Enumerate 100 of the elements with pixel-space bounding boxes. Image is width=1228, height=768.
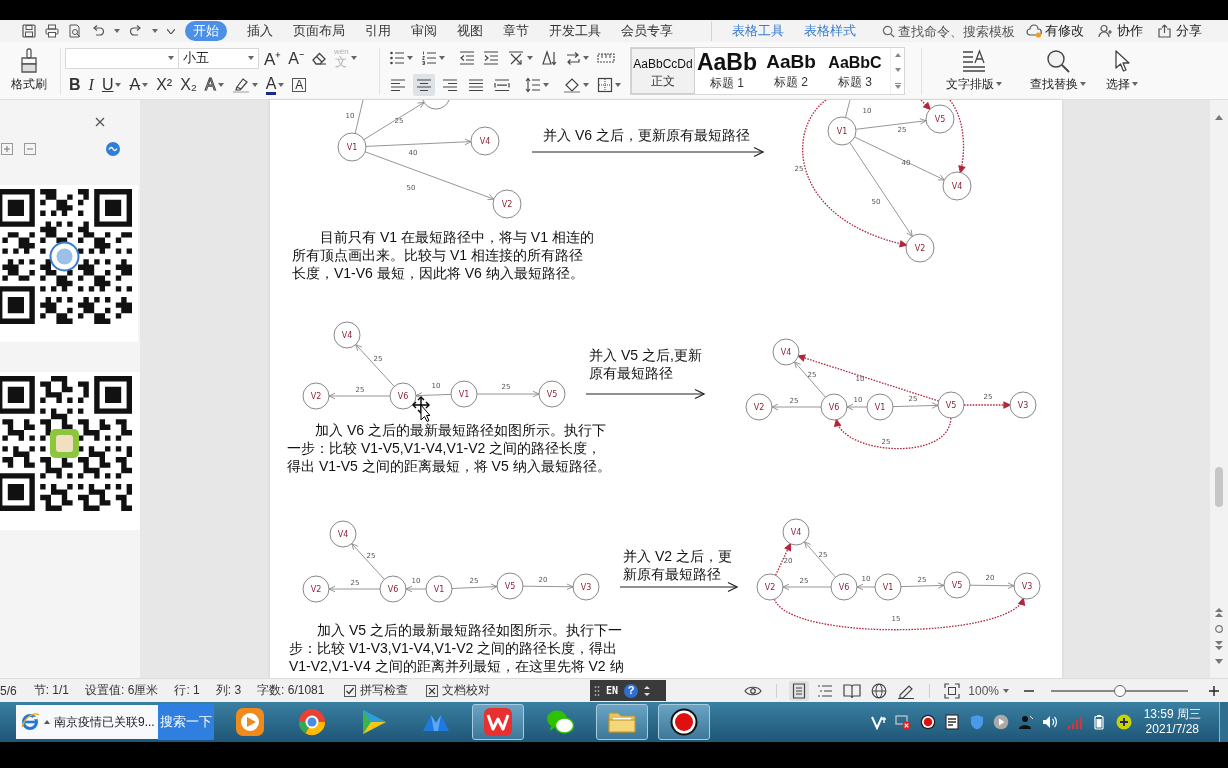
graph-node: V1: [425, 575, 453, 603]
paragraph: 加入 V6 之后的最新最短路径如图所示。执行下一步：比较 V1-V5,V1-V4,V1-V2 之间的路径长度，得出 V1-V5 之间的距离最短，将 V5 纳入最短路径。: [287, 421, 612, 475]
share-button[interactable]: 分享: [1157, 22, 1202, 40]
printer-icon[interactable]: [45, 24, 59, 38]
save-icon[interactable]: [22, 24, 36, 38]
circle-icon[interactable]: [1215, 625, 1223, 633]
collapse-icon[interactable]: [24, 143, 36, 155]
scrollbar-thumb[interactable]: [1215, 467, 1223, 507]
graph-node: V2: [492, 189, 522, 219]
double-caret-down-icon[interactable]: [1215, 641, 1223, 650]
caret-icon: [583, 56, 589, 60]
up-down-caret-icon[interactable]: [644, 684, 651, 697]
underline-button[interactable]: U: [99, 74, 124, 96]
expand-gallery-icon[interactable]: [894, 82, 901, 89]
menu-tab[interactable]: 插入: [247, 21, 273, 41]
style-option[interactable]: AaBb 标题 1: [695, 48, 759, 94]
highlighter-icon: [231, 77, 250, 93]
zoom-slider-thumb[interactable]: [1113, 684, 1126, 697]
line-spacing-icon: [525, 77, 541, 93]
menu-tab[interactable]: 表格工具: [711, 21, 784, 41]
shrink-font-button[interactable]: A⁻: [286, 47, 306, 69]
strikethrough-button[interactable]: A: [127, 74, 151, 96]
sync-status-button[interactable]: 有修改: [1026, 22, 1084, 40]
font-size-field[interactable]: 小五: [178, 47, 259, 69]
graph-node: V4: [772, 338, 800, 366]
network-error-icon[interactable]: [895, 714, 912, 730]
spell-check-button[interactable]: 拼写检查: [344, 682, 409, 699]
menu-tab[interactable]: 页面布局: [293, 21, 345, 41]
grow-font-button[interactable]: A⁺: [262, 47, 284, 69]
graph-node: V1: [450, 380, 478, 408]
double-caret-up-icon[interactable]: [1215, 608, 1223, 617]
proofing-button[interactable]: 文档校对: [426, 682, 491, 699]
text-effect-button[interactable]: A: [203, 74, 226, 96]
close-icon[interactable]: [95, 117, 105, 127]
caret-up-icon[interactable]: [894, 53, 901, 58]
text-layout-button[interactable]: 文字排版: [940, 42, 1008, 99]
graph-node: V5: [496, 572, 524, 600]
subscript-button[interactable]: X₂: [178, 74, 199, 96]
taskbar-app-button[interactable]: [658, 704, 710, 740]
caret-down-icon[interactable]: [894, 68, 901, 72]
caret-icon: [168, 56, 174, 60]
style-option[interactable]: AaBb 标题 2: [759, 48, 823, 94]
graph-edge: [351, 543, 385, 580]
find-replace-button[interactable]: 查找替换: [1024, 42, 1092, 99]
caret-icon[interactable]: [167, 28, 175, 34]
menu-tab[interactable]: 开发工具: [549, 21, 601, 41]
record-icon[interactable]: [919, 714, 936, 730]
search-icon: [882, 24, 895, 38]
language-indicator[interactable]: EN: [606, 685, 619, 696]
status-text: 行: 1: [174, 682, 200, 699]
fit-page-button[interactable]: [942, 680, 963, 701]
menu-tab[interactable]: 表格样式: [804, 21, 856, 41]
superscript-button[interactable]: X²: [154, 74, 175, 96]
caret-icon: [439, 56, 445, 60]
help-button[interactable]: ?: [624, 683, 639, 698]
select-button[interactable]: 选择: [1100, 42, 1144, 99]
plus-circle-icon[interactable]: [1115, 714, 1132, 730]
speaker-icon[interactable]: [1042, 714, 1059, 730]
menu-tab[interactable]: 引用: [365, 21, 391, 41]
menu-tab[interactable]: 章节: [503, 21, 529, 41]
caret-icon[interactable]: [152, 29, 158, 33]
caption: 并入 V2 之后，更新原有最短路径: [623, 547, 733, 583]
graph-node: V2: [905, 233, 935, 263]
person-icon[interactable]: [1017, 714, 1034, 730]
alignment-button[interactable]: [413, 74, 435, 96]
grip-icon[interactable]: [594, 684, 600, 697]
clock-date[interactable]: 2021/7/28: [1145, 722, 1199, 737]
style-option[interactable]: AaBbCcDd 正文: [631, 48, 695, 94]
menu-tab[interactable]: 视图: [457, 21, 483, 41]
menu-tab[interactable]: 审阅: [411, 21, 437, 41]
caret-icon[interactable]: [114, 29, 120, 33]
format-painter-button[interactable]: 格式刷: [7, 46, 51, 95]
round-logo-icon[interactable]: [106, 142, 120, 156]
italic-button[interactable]: I: [86, 74, 96, 96]
document-icon[interactable]: [944, 714, 961, 730]
graph-edge: [900, 582, 945, 589]
redo-icon[interactable]: [129, 24, 143, 38]
undo-icon[interactable]: [91, 24, 105, 38]
style-option[interactable]: AaBbC 标题 3: [823, 48, 887, 94]
zoom-level-button[interactable]: 100%: [968, 683, 1009, 698]
caret-down-icon[interactable]: [1215, 659, 1223, 664]
graph-edge: [355, 344, 395, 387]
play-icon[interactable]: [993, 714, 1010, 730]
page-search-icon[interactable]: [68, 24, 82, 38]
font-name-field[interactable]: [65, 47, 179, 69]
collaborate-button[interactable]: 协作: [1098, 22, 1143, 40]
font-color-button[interactable]: A: [263, 74, 287, 96]
chevron-logo-icon[interactable]: [870, 714, 887, 730]
graph-node: V6: [379, 575, 407, 603]
search-field[interactable]: 南京疫情已关联9...: [16, 705, 158, 739]
expand-icon[interactable]: [1, 143, 13, 155]
caret-up-icon[interactable]: [1215, 115, 1223, 120]
bold-button[interactable]: B: [67, 74, 83, 96]
caret-icon: [115, 83, 122, 87]
clock-time[interactable]: 13:59 周三: [1143, 707, 1201, 722]
graph-node: V2: [302, 382, 330, 410]
menu-tab[interactable]: 会员专享: [621, 21, 673, 41]
search-button[interactable]: 搜索一下: [158, 704, 214, 740]
command-search-field[interactable]: 查找命令、搜索模板: [882, 21, 1026, 41]
view-mode-button[interactable]: [789, 680, 810, 701]
